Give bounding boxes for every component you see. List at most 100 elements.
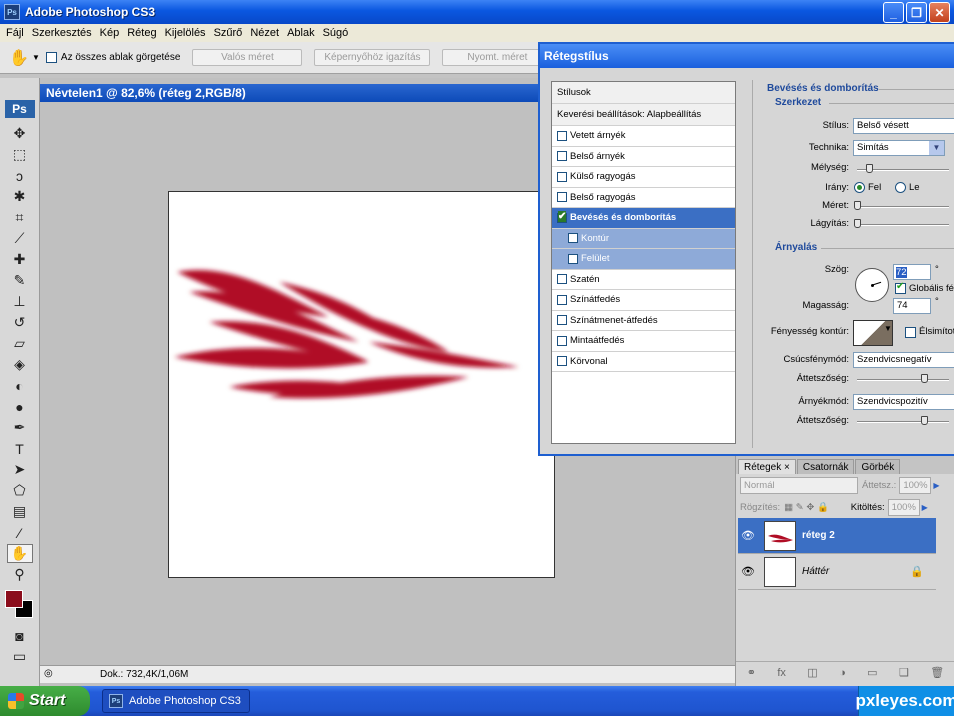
healing-brush-tool-icon[interactable]: ✚	[7, 250, 33, 269]
dialog-title[interactable]: Rétegstílus	[540, 44, 954, 68]
direction-down-radio[interactable]	[895, 182, 906, 193]
lasso-tool-icon[interactable]: ↄ	[7, 166, 33, 185]
eye-icon[interactable]: 👁	[738, 565, 758, 578]
magic-wand-tool-icon[interactable]: ✱	[7, 187, 33, 206]
shadow-opacity-slider[interactable]	[857, 421, 949, 423]
menu-file[interactable]: Fájl	[2, 27, 28, 39]
layer-name[interactable]: Háttér	[802, 566, 829, 577]
style-checkbox[interactable]	[557, 356, 567, 367]
shape-tool-icon[interactable]: ⬠	[7, 481, 33, 500]
tab-paths[interactable]: Görbék	[855, 459, 901, 474]
depth-slider-thumb[interactable]	[866, 164, 873, 173]
taskbar-photoshop[interactable]: Ps Adobe Photoshop CS3	[102, 689, 250, 713]
technique-select[interactable]: Simítás ▼	[853, 140, 945, 156]
chevron-down-icon[interactable]: ▼	[929, 141, 944, 155]
style-checkbox[interactable]	[557, 315, 567, 326]
opacity-input[interactable]: 100%	[899, 476, 932, 494]
foreground-color[interactable]	[4, 590, 23, 608]
color-swatches[interactable]	[4, 590, 35, 620]
style-item[interactable]: Színátfedés	[552, 290, 735, 311]
group-icon[interactable]: ▭	[867, 666, 877, 679]
adjustment-icon[interactable]: ◑	[839, 667, 846, 679]
move-tool-icon[interactable]: ✥	[7, 124, 33, 143]
fx-icon[interactable]: fx	[777, 667, 786, 679]
blur-tool-icon[interactable]: ◐	[7, 376, 33, 395]
soften-slider[interactable]	[857, 224, 949, 226]
new-layer-icon[interactable]: ❑	[899, 666, 909, 679]
pen-tool-icon[interactable]: ✒	[7, 418, 33, 437]
type-tool-icon[interactable]: T	[7, 439, 33, 458]
menu-window[interactable]: Ablak	[283, 27, 319, 39]
opacity-chevron-icon[interactable]: ▶	[933, 481, 939, 490]
layer-name[interactable]: réteg 2	[802, 530, 835, 541]
notes-tool-icon[interactable]: ▤	[7, 502, 33, 521]
zoom-status-icon[interactable]: ◎	[44, 668, 60, 682]
highlight-mode-select[interactable]: Szendvicsnegatív	[853, 352, 954, 368]
gloss-contour-chevron-down-icon[interactable]: ▼	[881, 322, 893, 338]
path-selection-tool-icon[interactable]: ➤	[7, 460, 33, 479]
menu-edit[interactable]: Szerkesztés	[28, 27, 96, 39]
style-checkbox[interactable]	[568, 233, 578, 244]
start-button[interactable]: Start	[0, 686, 90, 716]
angle-dial[interactable]	[855, 268, 889, 302]
screen-mode-icon[interactable]: ▭	[7, 647, 33, 666]
styles-header[interactable]: Stílusok	[552, 82, 735, 104]
style-item-contour[interactable]: Kontúr	[552, 228, 735, 249]
direction-up-radio[interactable]	[854, 182, 865, 193]
highlight-opacity-thumb[interactable]	[921, 374, 928, 383]
tab-channels[interactable]: Csatornák	[796, 459, 855, 474]
global-light-checkbox[interactable]	[895, 281, 906, 294]
style-item[interactable]: Szatén	[552, 270, 735, 290]
style-checkbox[interactable]	[557, 130, 567, 141]
scroll-all-windows-checkbox[interactable]	[45, 52, 57, 63]
tool-preset-chevron-down-icon[interactable]: ▼	[32, 53, 40, 62]
slice-tool-icon[interactable]: ⟋	[7, 229, 33, 248]
mask-icon[interactable]: ◫	[807, 666, 817, 679]
hand-icon[interactable]: ✋	[6, 47, 32, 69]
style-checkbox[interactable]	[557, 151, 567, 162]
zoom-tool-icon[interactable]: ⚲	[7, 565, 33, 584]
style-item[interactable]: Körvonal	[552, 352, 735, 372]
close-button[interactable]: ✕	[929, 2, 950, 23]
style-select[interactable]: Belső vésett	[853, 118, 954, 134]
clone-stamp-tool-icon[interactable]: ⊥	[7, 292, 33, 311]
style-checkbox[interactable]	[557, 171, 567, 182]
highlight-opacity-slider[interactable]	[857, 379, 949, 381]
close-tab-icon[interactable]: ×	[784, 462, 790, 473]
hand-tool-icon[interactable]: ✋	[6, 544, 33, 563]
angle-input[interactable]: 72	[893, 264, 931, 280]
fill-input[interactable]: 100%	[887, 498, 920, 516]
style-checkbox[interactable]	[557, 210, 567, 223]
restore-button[interactable]: ❐	[906, 2, 927, 23]
tab-layers[interactable]: Rétegek ×	[738, 459, 796, 474]
menu-image[interactable]: Kép	[96, 27, 124, 39]
style-item[interactable]: Színátmenet-átfedés	[552, 311, 735, 331]
altitude-input[interactable]: 74	[893, 298, 931, 314]
trash-icon[interactable]: 🗑	[930, 666, 944, 679]
blending-options-item[interactable]: Keverési beállítások: Alapbeállítás	[552, 104, 735, 126]
shadow-mode-select[interactable]: Szendvicspozitív	[853, 394, 954, 410]
style-item[interactable]: Vetett árnyék	[552, 126, 735, 147]
minimize-button[interactable]: _	[883, 2, 904, 23]
actual-pixels-button[interactable]: Valós méret	[192, 49, 303, 66]
style-item[interactable]: Mintaátfedés	[552, 331, 735, 352]
style-item[interactable]: Belső árnyék	[552, 147, 735, 167]
eye-icon[interactable]: 👁	[738, 529, 758, 542]
size-slider[interactable]	[857, 206, 949, 208]
style-checkbox[interactable]	[557, 294, 567, 305]
lock-icons[interactable]: ▦ ✎ ✥ 🔒	[784, 502, 829, 513]
marquee-tool-icon[interactable]: ⬚	[7, 145, 33, 164]
link-icon[interactable]: ⚭	[747, 666, 756, 679]
style-checkbox[interactable]	[557, 335, 567, 346]
style-checkbox[interactable]	[557, 274, 567, 285]
image-canvas[interactable]	[168, 191, 555, 578]
fill-chevron-icon[interactable]: ▶	[922, 503, 928, 512]
dodge-tool-icon[interactable]: ●	[7, 397, 33, 416]
layer-row-background[interactable]: 👁 Háttér 🔒	[738, 554, 936, 590]
anti-aliased-checkbox[interactable]	[905, 327, 916, 338]
layer-row-layer2[interactable]: 👁 réteg 2	[738, 518, 936, 554]
shadow-opacity-thumb[interactable]	[921, 416, 928, 425]
brush-tool-icon[interactable]: ✎	[7, 271, 33, 290]
menu-select[interactable]: Kijelölés	[161, 27, 210, 39]
style-item[interactable]: Belső ragyogás	[552, 188, 735, 208]
